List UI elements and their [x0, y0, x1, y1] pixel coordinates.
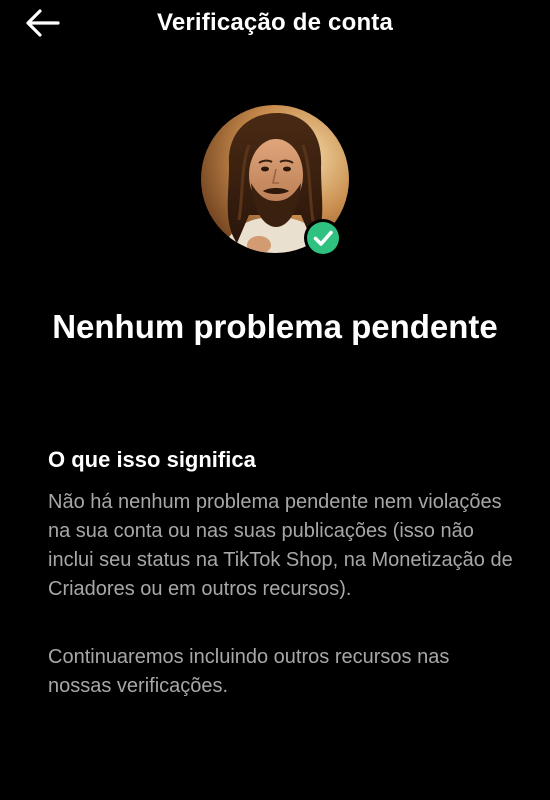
- info-paragraph-1: Não há nenhum problema pendente nem viol…: [48, 491, 513, 600]
- verified-badge: [304, 219, 342, 257]
- page-title: Verificação de conta: [156, 9, 394, 36]
- section-heading: O que isso significa: [48, 447, 256, 472]
- top-bar: Verificação de conta: [0, 0, 550, 46]
- profile-avatar-container: [201, 105, 349, 257]
- info-paragraph-2: Continuaremos incluindo outros recursos …: [48, 646, 450, 697]
- status-title: Nenhum problema pendente: [52, 308, 498, 345]
- check-circle-icon: [307, 222, 339, 254]
